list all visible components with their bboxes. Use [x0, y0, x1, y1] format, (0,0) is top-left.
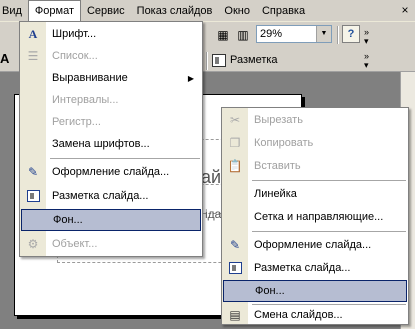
close-icon[interactable]: × [397, 2, 413, 18]
slide-design-icon: ✎ [27, 165, 39, 179]
help-button[interactable]: ? [342, 25, 360, 43]
menu-view-label: Вид [2, 4, 22, 17]
menu-item-label: Разметка слайда... [254, 262, 351, 274]
menu-slideshow-label: Показ слайдов [136, 4, 213, 17]
context-item-paste[interactable]: 📋 Вставить [222, 155, 408, 177]
menu-item-object[interactable]: ⚙ Объект... [20, 233, 202, 255]
slide-layout-icon [24, 188, 42, 204]
menu-item-slide-design[interactable]: ✎ Оформление слайда... [20, 161, 202, 183]
menu-item-alignment[interactable]: Выравнивание ▶ [20, 67, 202, 89]
menu-item-label: Интервалы... [52, 94, 119, 106]
toolbar-separator [337, 26, 339, 44]
context-item-slide-transition[interactable]: ▤ Смена слайдов... [222, 304, 408, 326]
paste-icon: 📋 [227, 159, 243, 173]
menu-separator [252, 180, 406, 181]
context-item-background[interactable]: Фон... [223, 280, 407, 302]
context-item-grid-guides[interactable]: Сетка и направляющие... [222, 206, 408, 228]
font-size-icon[interactable]: A [0, 51, 9, 66]
menu-item-label: Разметка слайда... [52, 190, 149, 202]
menu-item-label: Оформление слайда... [254, 239, 372, 251]
context-item-slide-layout[interactable]: Разметка слайда... [222, 257, 408, 279]
menu-item-label: Вставить [254, 160, 301, 172]
submenu-arrow-icon: ▶ [187, 73, 194, 83]
menu-item-label: Список... [52, 50, 98, 62]
menu-item-slide-layout[interactable]: Разметка слайда... [20, 185, 202, 207]
zoom-dropdown[interactable]: 29% ▼ [256, 25, 332, 43]
menu-format[interactable]: Формат [27, 0, 81, 22]
toolbar-separator [206, 52, 208, 70]
scissors-icon: ✂ [229, 113, 241, 127]
context-menu: ✂ Вырезать ❐ Копировать 📋 Вставить Линей… [221, 107, 409, 325]
menu-window[interactable]: Окно [218, 1, 256, 21]
menu-item-label: Выравнивание [52, 72, 128, 84]
table-icon[interactable]: ▦ [213, 25, 233, 45]
menu-bar: Вид Формат Сервис Показ слайдов Окно Спр… [0, 0, 415, 22]
menu-item-label: Фон... [255, 285, 285, 297]
menu-item-label: Фон... [53, 214, 83, 226]
menu-separator [50, 158, 200, 159]
menu-tools-label: Сервис [86, 4, 125, 17]
menu-view[interactable]: Вид [0, 1, 28, 21]
menu-tools[interactable]: Сервис [81, 1, 131, 21]
menu-item-list[interactable]: ☰ Список... [20, 45, 202, 67]
context-item-copy[interactable]: ❐ Копировать [222, 132, 408, 154]
menu-slideshow[interactable]: Показ слайдов [131, 1, 219, 21]
menu-item-replace-fonts[interactable]: Замена шрифтов... [20, 133, 202, 155]
context-item-cut[interactable]: ✂ Вырезать [222, 109, 408, 131]
slide-layout-icon [212, 53, 226, 67]
menu-format-label: Формат [34, 4, 74, 17]
slide-design-icon: ✎ [229, 238, 241, 252]
zoom-value: 29% [260, 28, 283, 40]
menu-item-label: Линейка [254, 188, 297, 200]
slide-layout-icon [226, 260, 244, 276]
menu-item-label: Сетка и направляющие... [254, 211, 384, 223]
menu-item-case[interactable]: Регистр... [20, 111, 202, 133]
menu-item-label: Копировать [254, 137, 314, 149]
menu-item-background[interactable]: Фон... [21, 209, 201, 231]
menu-window-label: Окно [224, 4, 250, 17]
layout-button[interactable]: Разметка [212, 51, 278, 69]
toolbar-options-icon[interactable]: » ▾ [364, 52, 369, 70]
menu-help-label: Справка [261, 4, 306, 17]
menu-item-font[interactable]: A Шрифт... [20, 23, 202, 45]
layout-button-label: Разметка [230, 54, 278, 66]
menu-item-label: Смена слайдов... [254, 309, 343, 321]
menu-item-label: Регистр... [52, 116, 101, 128]
menu-item-label: Оформление слайда... [52, 166, 170, 178]
object-icon: ⚙ [27, 237, 39, 251]
menu-item-label: Объект... [52, 238, 98, 250]
menu-item-spacing[interactable]: Интервалы... [20, 89, 202, 111]
menu-item-label: Вырезать [254, 114, 303, 126]
toolbar-options-icon[interactable]: » ▾ [364, 28, 369, 46]
slide-subtitle-text: іда [205, 207, 222, 221]
menu-item-label: Шрифт... [52, 28, 97, 40]
copy-icon: ❐ [229, 136, 241, 150]
grid-icon[interactable]: ▥ [233, 25, 253, 45]
menu-separator [252, 231, 406, 232]
context-item-ruler[interactable]: Линейка [222, 183, 408, 205]
format-menu: A Шрифт... ☰ Список... Выравнивание ▶ Ин… [19, 21, 203, 257]
font-icon: A [28, 27, 38, 41]
menu-item-label: Замена шрифтов... [52, 138, 150, 150]
list-icon: ☰ [27, 49, 39, 63]
chevron-down-icon[interactable]: ▼ [316, 26, 331, 42]
context-item-slide-design[interactable]: ✎ Оформление слайда... [222, 234, 408, 256]
menu-help[interactable]: Справка [256, 1, 311, 21]
slide-transition-icon: ▤ [229, 308, 241, 322]
